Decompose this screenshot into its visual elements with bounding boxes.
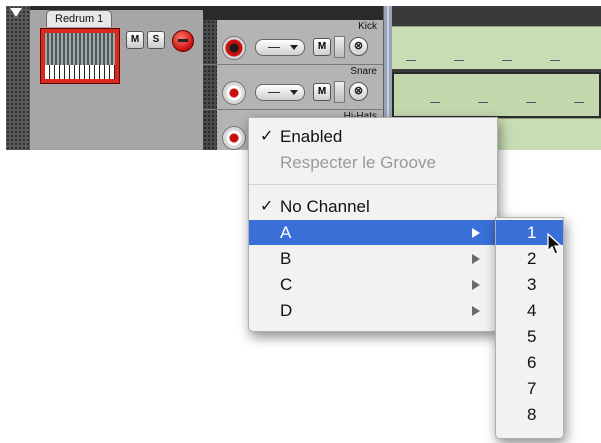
menu-item-channel-b[interactable]: B xyxy=(249,246,497,271)
device-name-tab[interactable]: Redrum 1 xyxy=(46,10,113,27)
context-menu: ✓ Enabled Respecter le Groove ✓ No Chann… xyxy=(248,117,498,332)
submenu-item-label: 7 xyxy=(527,379,537,398)
lane-name: Snare xyxy=(350,66,377,77)
menu-item-respecter-le-groove: Respecter le Groove xyxy=(249,150,497,175)
redrum-device-thumbnail[interactable] xyxy=(40,28,120,84)
menu-item-channel-c[interactable]: C xyxy=(249,272,497,297)
menu-item-channel-a[interactable]: A xyxy=(249,220,497,245)
note-mark xyxy=(574,102,584,103)
note-mark xyxy=(478,102,488,103)
submenu-item-3[interactable]: 3 xyxy=(496,272,563,297)
lane-strip xyxy=(6,6,30,150)
lane-record-button[interactable] xyxy=(222,126,246,150)
menu-item-label: No Channel xyxy=(280,197,370,216)
note-mark xyxy=(406,60,416,61)
note-mark xyxy=(550,60,560,61)
lane-mute-button[interactable]: M xyxy=(313,38,331,56)
submenu-item-label: 5 xyxy=(527,327,537,346)
menu-item-enabled[interactable]: ✓ Enabled xyxy=(249,124,497,149)
menu-item-label: D xyxy=(280,301,293,320)
lane-level-fader[interactable] xyxy=(334,36,345,58)
device-mute-button[interactable]: M xyxy=(126,31,144,49)
submenu-arrow-icon xyxy=(472,280,480,290)
lane-grip-handle[interactable] xyxy=(203,110,217,150)
pattern-clip-snare-selected[interactable] xyxy=(392,72,601,118)
lane-channel-select[interactable] xyxy=(255,39,305,56)
submenu-item-label: 4 xyxy=(527,301,537,320)
keyboard-graphic-icon xyxy=(45,65,115,79)
submenu-item-7[interactable]: 7 xyxy=(496,376,563,401)
lane-mute-button[interactable]: M xyxy=(313,83,331,101)
note-mark xyxy=(454,60,464,61)
submenu-arrow-icon xyxy=(472,228,480,238)
submenu-item-4[interactable]: 4 xyxy=(496,298,563,323)
submenu-item-8[interactable]: 8 xyxy=(496,402,563,427)
submenu-item-label: 8 xyxy=(527,405,537,424)
lane-channel-select[interactable] xyxy=(255,84,305,101)
lane-delete-button[interactable]: ⊗ xyxy=(349,82,368,101)
submenu-arrow-icon xyxy=(472,306,480,316)
menu-item-label: Respecter le Groove xyxy=(280,153,436,172)
menu-item-label: C xyxy=(280,275,293,294)
menu-item-label: B xyxy=(280,249,292,268)
checkmark-icon: ✓ xyxy=(260,128,274,145)
submenu-item-label: 1 xyxy=(527,223,537,242)
lane-kick: Kick M ⊗ xyxy=(203,20,383,65)
submenu-item-label: 3 xyxy=(527,275,537,294)
lane-record-button[interactable] xyxy=(222,81,246,105)
menu-item-label: Enabled xyxy=(280,127,343,146)
lane-delete-button[interactable]: ⊗ xyxy=(349,37,368,56)
menu-separator xyxy=(249,184,497,185)
lane-level-fader[interactable] xyxy=(334,81,345,103)
submenu-item-label: 6 xyxy=(527,353,537,372)
lane-name: Kick xyxy=(358,21,377,32)
collapse-triangle-icon[interactable] xyxy=(10,8,22,17)
pattern-clip-kick[interactable] xyxy=(392,26,601,69)
submenu-item-6[interactable]: 6 xyxy=(496,350,563,375)
record-enable-icon[interactable] xyxy=(172,30,194,52)
submenu-arrow-icon xyxy=(472,254,480,264)
lane-snare: Snare M ⊗ xyxy=(203,65,383,110)
note-mark xyxy=(526,102,536,103)
checkmark-icon: ✓ xyxy=(260,198,274,215)
menu-item-label: A xyxy=(280,223,292,242)
menu-item-channel-d[interactable]: D xyxy=(249,298,497,323)
mouse-pointer-icon xyxy=(547,233,563,255)
submenu-item-label: 2 xyxy=(527,249,537,268)
note-mark xyxy=(502,60,512,61)
lane-record-button[interactable] xyxy=(222,36,246,60)
note-mark xyxy=(430,102,440,103)
lane-grip-handle[interactable] xyxy=(203,20,217,64)
device-solo-button[interactable]: S xyxy=(147,31,165,49)
menu-item-no-channel[interactable]: ✓ No Channel xyxy=(249,194,497,219)
lane-grip-handle[interactable] xyxy=(203,65,217,109)
submenu-item-5[interactable]: 5 xyxy=(496,324,563,349)
